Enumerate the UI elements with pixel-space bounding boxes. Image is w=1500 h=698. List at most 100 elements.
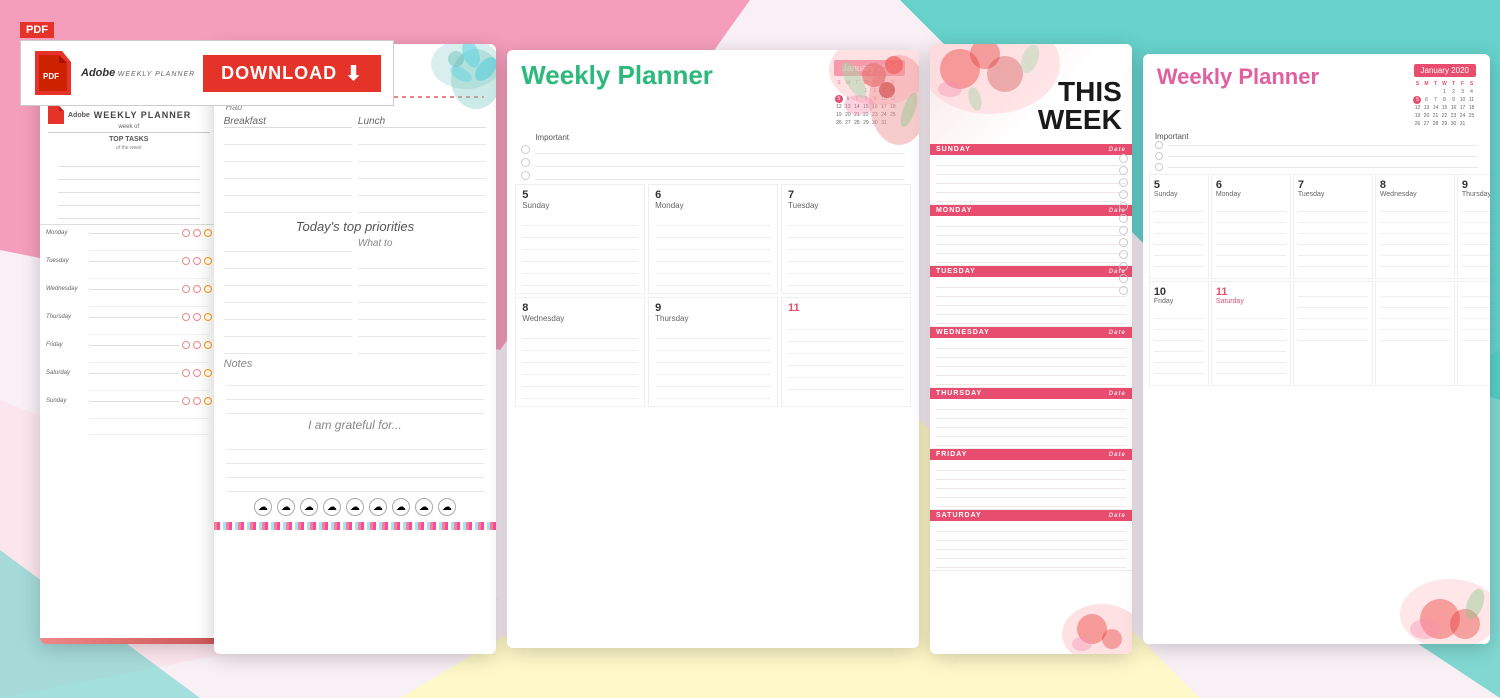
card5-day-tuesday: 7 Tuesday <box>1293 174 1373 279</box>
card4-friday-name: FRIDAY <box>936 451 967 458</box>
day-line <box>1380 245 1450 256</box>
card4-tuesday-header: TUESDAY Date <box>930 266 1132 277</box>
card3-title: Weekly Planner <box>521 60 713 91</box>
day-line <box>1154 223 1204 234</box>
day-line <box>936 437 1126 446</box>
circle <box>193 313 201 321</box>
card4-sunday-header: SUNDAY Date <box>930 144 1132 155</box>
card5-day-num10: 10 Friday <box>1149 281 1209 386</box>
day-line <box>788 250 904 262</box>
day-num-sat: 11 <box>1216 286 1286 298</box>
side-circle <box>1119 274 1128 283</box>
day-line <box>1154 308 1204 319</box>
card1-title: WEEKLY PLANNER <box>94 110 192 120</box>
day-line <box>1462 319 1490 330</box>
card4-thursday-name: THURSDAY <box>936 390 982 397</box>
day-line <box>1216 341 1286 352</box>
card1-line-sub <box>46 241 212 253</box>
day-line <box>936 288 1126 297</box>
text-line <box>358 148 486 162</box>
card4-saturday-date: Date <box>1109 513 1126 519</box>
card1-tuesday-sub <box>46 269 212 281</box>
day-num: 6 <box>655 189 771 201</box>
what-to-line <box>358 306 486 320</box>
card1-thursday-row: Thursday <box>46 313 212 321</box>
card2-notes-label: Notes <box>214 354 497 372</box>
day-num: 10 <box>1154 286 1204 298</box>
day-line <box>1216 352 1286 363</box>
day-line <box>1380 297 1450 308</box>
day-num: 9 <box>1462 179 1490 191</box>
day-line <box>522 387 638 399</box>
text-line <box>224 131 352 145</box>
day-line <box>936 340 1126 349</box>
day-line <box>522 250 638 262</box>
grateful-line <box>226 436 485 450</box>
card2-breakfast-title: Breakfast <box>224 116 352 128</box>
day-line <box>522 226 638 238</box>
card4-saturday-lines <box>930 521 1132 570</box>
day-num: 5 <box>522 189 638 201</box>
download-button[interactable]: DOWNLOAD ⬇ <box>203 55 381 92</box>
grateful-line <box>226 464 485 478</box>
side-circle <box>1119 286 1128 295</box>
day-num: 5 <box>1154 179 1204 191</box>
day-line <box>936 297 1126 306</box>
card3-day-wednesday: 8 Wednesday <box>515 297 645 407</box>
day-line <box>1298 212 1368 223</box>
card5-day-monday: 6 Monday <box>1211 174 1291 279</box>
day-line <box>788 274 904 286</box>
card4-days-list: SUNDAY Date MONDAY Date <box>930 144 1132 571</box>
task-line <box>58 168 200 180</box>
day-line <box>936 175 1126 184</box>
day-line <box>936 236 1126 245</box>
bottom-icon: ☁ <box>415 498 433 516</box>
day-num: 7 <box>788 189 904 201</box>
card1-saturday-circles <box>182 369 212 377</box>
card4-bottom-floral <box>1052 584 1132 654</box>
card5-day-empty2 <box>1375 281 1455 386</box>
day-line <box>522 339 638 351</box>
day-line <box>655 226 771 238</box>
card4-header: THISWEEK <box>930 44 1132 144</box>
card1-friday-circles <box>182 341 212 349</box>
card1-sunday-label: Sunday <box>46 398 86 404</box>
day-line <box>1154 234 1204 245</box>
card4-sunday-lines <box>930 155 1132 204</box>
day-line <box>936 315 1126 324</box>
card5-month-badge: January 2020 <box>1414 64 1476 77</box>
day-line <box>936 559 1126 568</box>
card4-sunday-date: Date <box>1109 147 1126 153</box>
day-name: Thursday <box>655 314 771 323</box>
card1-wednesday-circles <box>182 285 212 293</box>
card1-monday-circles <box>182 229 212 237</box>
note-line <box>226 386 485 400</box>
card1-brand-row: Adobe WEEKLY PLANNER <box>48 106 210 124</box>
circle <box>182 313 190 321</box>
card-weekly-green: Weekly Planner January 2020 SMTWTFS 1234… <box>507 50 919 648</box>
card3-row2: 8 Wednesday 9 Thursday <box>515 297 911 407</box>
day-line <box>1298 286 1368 297</box>
day-line <box>788 330 904 342</box>
card1-friday-label: Friday <box>46 342 86 348</box>
day-line <box>1216 308 1286 319</box>
day-line <box>936 349 1126 358</box>
what-to-line <box>358 289 486 303</box>
day-line <box>788 342 904 354</box>
day-line <box>1462 308 1490 319</box>
bottom-icon: ☁ <box>369 498 387 516</box>
day-line <box>1462 297 1490 308</box>
card4-friday-lines <box>930 460 1132 509</box>
card2-lunch-lines <box>358 131 486 213</box>
task-line <box>58 194 200 206</box>
imp-circle <box>1155 152 1163 160</box>
day-line <box>1380 212 1450 223</box>
day-line <box>788 318 904 330</box>
card4-wednesday-name: WEDNESDAY <box>936 329 990 336</box>
imp-circle <box>1155 163 1163 171</box>
text-line <box>358 199 486 213</box>
side-circle <box>1119 154 1128 163</box>
day-line <box>1380 201 1450 212</box>
grateful-line <box>226 478 485 492</box>
card1-pdf-icon <box>48 106 64 124</box>
